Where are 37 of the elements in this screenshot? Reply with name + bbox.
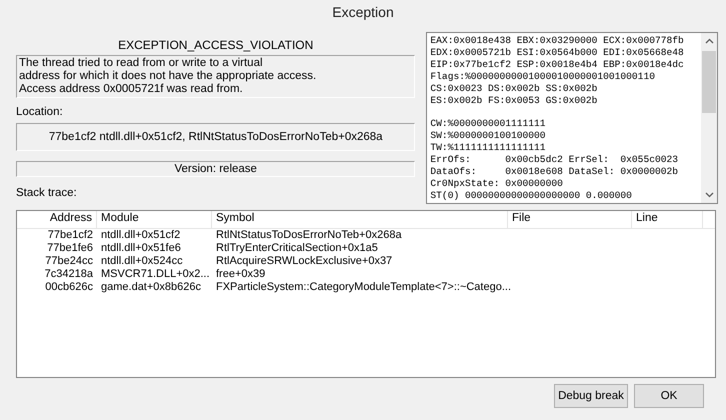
scroll-up-icon[interactable] xyxy=(704,37,714,46)
address-cell-text: 77be24cc xyxy=(44,255,94,268)
symbol-cell-text: RtlTryEnterCriticalSection+0x1a5 xyxy=(215,242,379,255)
column-header[interactable]: Symbol xyxy=(212,211,508,228)
scroll-down-icon[interactable] xyxy=(704,190,714,199)
stack-row[interactable]: 77be1fe6 ntdll.dll+0x51fe6 RtlTryEnterCriticalSection+0x1a5 xyxy=(17,242,715,255)
symbol-cell-text: free+0x39 xyxy=(215,268,266,281)
stack-trace-label: Stack trace: xyxy=(16,187,78,199)
register-dump-text: EAX:0x0018e438 EBX:0x03290000 ECX:0x000778fb EDX:0x0005721b ESI:0x0564b000 EDI:0x05668e48 EIP:0x77be1cf2 ESP:0x0018e4b4 EBP:0x0018e4dc Flags:%00000000001000010000001001000110 CS:0x0023 DS:0x002b SS:0x002b ES:0x002b FS:0x0053 GS:0x002b CW:%0000000001111111 SW:%0000000100100000 TW:%1111111111111111 ErrOfs: 0x00cb5dc2 ErrSel: 0x055c0023 DataOfs: 0x0018e608 DataSel: 0x0000002b Cr0NpxState: 0x00000000 ST(0) 00000000000000000000 0.000000 xyxy=(429,34,685,203)
symbol-cell-text: FXParticleSystem::CategoryModuleTemplate<7>::~Catego... xyxy=(215,281,508,294)
scrollbar[interactable] xyxy=(701,33,717,203)
location-label: Location: xyxy=(16,106,64,118)
symbol-cell-text: RtlNtStatusToDosErrorNoTeb+0x268a xyxy=(215,229,403,242)
stack-row[interactable]: 00cb626c game.dat+0x8b626c FXParticleSystem::CategoryModuleTemplate<7>::~Catego... xyxy=(17,281,715,294)
module-cell-text: game.dat+0x8b626c xyxy=(100,281,202,294)
address-cell-text: 77be1cf2 xyxy=(46,229,94,242)
ok-button[interactable]: OK xyxy=(634,384,704,408)
location-value: 77be1cf2 ntdll.dll+0x51cf2, RtlNtStatusToDosErrorNoTeb+0x268a xyxy=(16,123,416,151)
address-cell-text: 00cb626c xyxy=(44,281,94,294)
column-header[interactable]: Address xyxy=(17,211,97,228)
column-header[interactable]: Module xyxy=(97,211,212,228)
version-text: Version: release xyxy=(16,161,416,177)
stack-row[interactable]: 77be24cc ntdll.dll+0x524cc RtlAcquireSRWLockExclusive+0x37 xyxy=(17,255,715,268)
exception-name: EXCEPTION_ACCESS_VIOLATION xyxy=(117,38,314,52)
module-cell-text: MSVCR71.DLL+0x2... xyxy=(100,268,211,281)
column-header[interactable]: Line xyxy=(632,211,703,228)
module-cell-text: ntdll.dll+0x524cc xyxy=(100,255,184,268)
address-cell-text: 7c34218a xyxy=(44,268,94,281)
debug-break-button[interactable]: Debug break xyxy=(554,384,628,408)
module-cell-text: ntdll.dll+0x51cf2 xyxy=(100,229,182,242)
stack-row[interactable]: 7c34218a MSVCR71.DLL+0x2... free+0x39 xyxy=(17,268,715,281)
symbol-cell-text: RtlAcquireSRWLockExclusive+0x37 xyxy=(215,255,394,268)
column-header[interactable]: File xyxy=(508,211,632,228)
exception-message: The thread tried to read from or write to a virtual address for which it does not have the appropriate access. Access address 0x0005721f was read from. xyxy=(16,55,416,98)
stack-row[interactable]: 77be1cf2 ntdll.dll+0x51cf2 RtlNtStatusToDosErrorNoTeb+0x268a xyxy=(17,229,715,242)
address-cell-text: 77be1fe6 xyxy=(46,242,94,255)
module-cell-text: ntdll.dll+0x51fe6 xyxy=(100,242,182,255)
